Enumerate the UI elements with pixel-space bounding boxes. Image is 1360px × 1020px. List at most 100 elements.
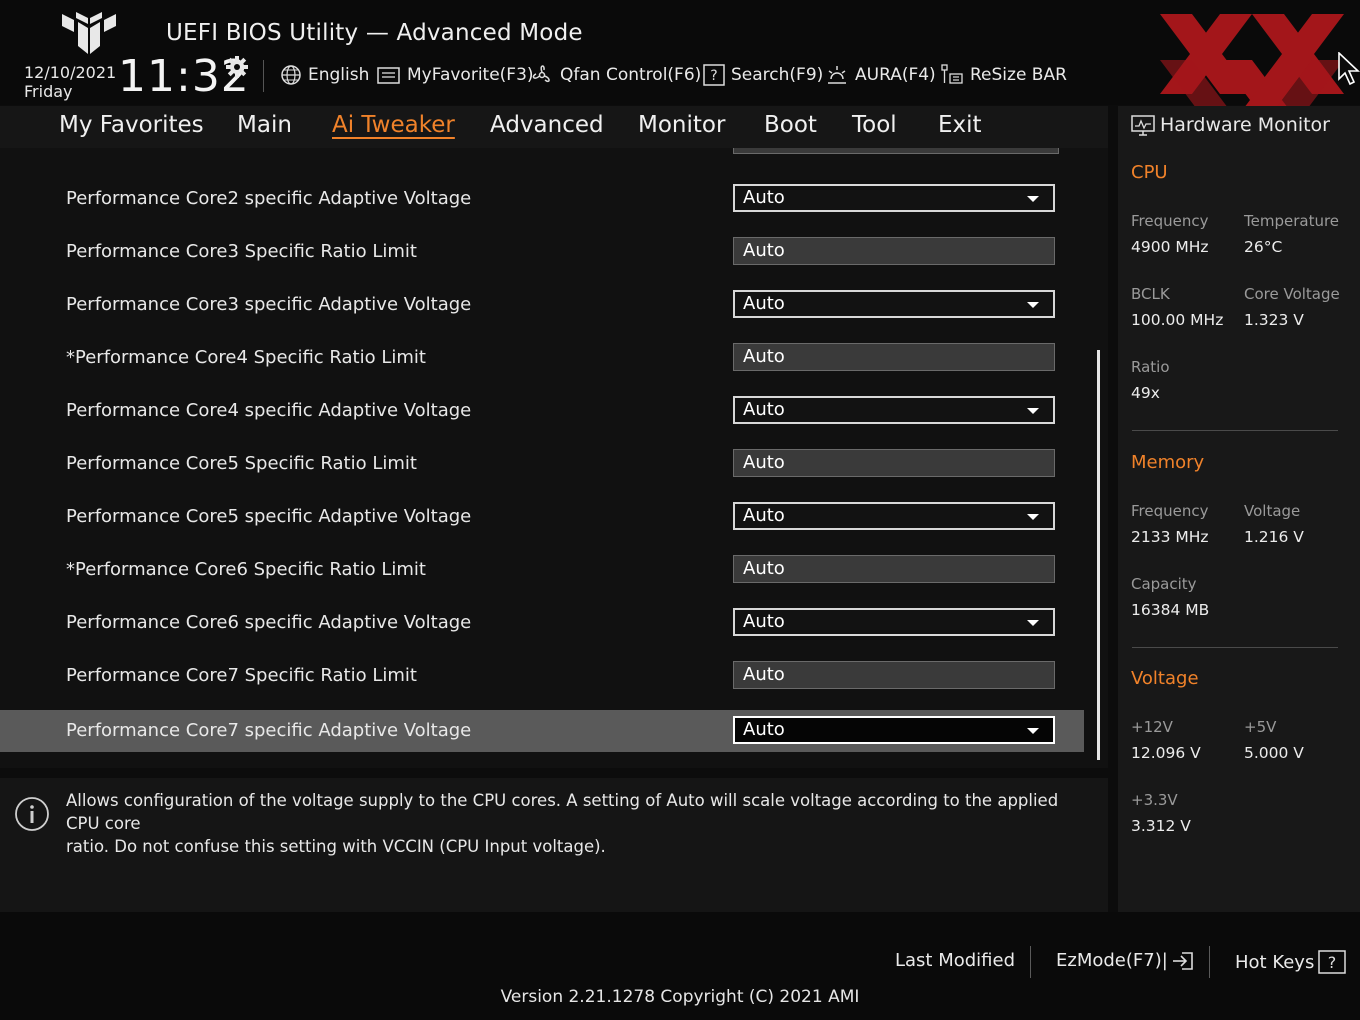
myfavorite-label: MyFavorite(F3) [407,65,534,85]
tab-my-favorites[interactable]: My Favorites [59,112,204,138]
capacity-label: Capacity [1131,575,1197,593]
setting-row-core6-ratio-limit[interactable]: *Performance Core6 Specific Ratio Limit … [0,549,1084,591]
search-help-icon: ? [703,64,725,86]
v5-value: 5.000 V [1244,744,1304,762]
core-voltage-label: Core Voltage [1244,285,1340,303]
tuf-logo-icon [62,12,116,54]
v12-value: 12.096 V [1131,744,1201,762]
resize-bar-button[interactable]: ReSize BAR [940,62,1067,88]
setting-dropdown[interactable]: Auto [733,184,1055,212]
tab-ai-tweaker[interactable]: Ai Tweaker [332,112,455,138]
tab-advanced[interactable]: Advanced [490,112,604,138]
bclk-value: 100.00 MHz [1131,311,1224,329]
cpu-temperature-value: 26°C [1244,238,1283,256]
search-button[interactable]: ? Search(F9) [703,62,823,88]
setting-text-field[interactable]: Auto [733,343,1055,371]
search-label: Search(F9) [731,65,824,85]
help-panel: Allows configuration of the voltage supp… [0,778,1108,912]
aura-icon [828,66,846,84]
setting-value: Auto [743,346,785,367]
caret-down-icon [1027,408,1039,414]
setting-label: Performance Core5 specific Adaptive Volt… [66,506,472,527]
last-modified-label: Last Modified [895,950,1016,971]
setting-label: Performance Core7 specific Adaptive Volt… [66,720,472,741]
setting-label: *Performance Core6 Specific Ratio Limit [66,559,426,580]
setting-label: Performance Core6 specific Adaptive Volt… [66,612,472,633]
qfan-control-button[interactable]: Qfan Control(F6) [530,62,701,88]
language-button[interactable]: English [280,62,369,88]
header-bar: UEFI BIOS Utility — Advanced Mode 12/10/… [0,0,1360,105]
setting-label: Performance Core5 Specific Ratio Limit [66,453,417,474]
setting-label: Performance Core3 specific Adaptive Volt… [66,294,472,315]
memory-voltage-value: 1.216 V [1244,528,1304,546]
qfan-label: Qfan Control(F6) [560,65,702,85]
bclk-label: BCLK [1131,285,1170,303]
tab-tool[interactable]: Tool [852,112,897,138]
caret-down-icon [1027,728,1039,734]
v33-value: 3.312 V [1131,817,1191,835]
svg-text:?: ? [710,68,717,84]
setting-row-core5-adaptive-voltage[interactable]: Performance Core5 specific Adaptive Volt… [0,496,1084,538]
favorite-icon [377,67,400,84]
footer-bar: Last Modified EzMode(F7)| Hot Keys ? Ver… [0,912,1360,1020]
memory-voltage-label: Voltage [1244,502,1301,520]
help-question-icon: ? [1318,950,1347,974]
cpu-frequency-value: 4900 MHz [1131,238,1209,256]
setting-dropdown[interactable]: Auto [733,502,1055,530]
hardware-monitor-title: Hardware Monitor [1160,114,1330,136]
setting-value: Auto [743,664,785,685]
setting-text-field[interactable]: Auto [733,661,1055,689]
setting-value: Auto [743,719,785,740]
tab-boot[interactable]: Boot [764,112,817,138]
globe-icon [281,65,301,85]
setting-row-core6-adaptive-voltage[interactable]: Performance Core6 specific Adaptive Volt… [0,602,1084,644]
setting-row-core3-adaptive-voltage[interactable]: Performance Core3 specific Adaptive Volt… [0,284,1084,326]
tab-main[interactable]: Main [237,112,292,138]
tab-monitor[interactable]: Monitor [638,112,725,138]
version-text: Version 2.21.1278 Copyright (C) 2021 AMI [500,987,860,1007]
cpu-heading: CPU [1131,162,1168,183]
setting-label: Performance Core7 Specific Ratio Limit [66,665,417,686]
setting-row-core5-ratio-limit[interactable]: Performance Core5 Specific Ratio Limit A… [0,443,1084,485]
setting-text-field[interactable]: Auto [733,555,1055,583]
setting-label: Performance Core4 specific Adaptive Volt… [66,400,472,421]
caret-down-icon [1027,620,1039,626]
caret-down-icon [1027,196,1039,202]
gear-icon[interactable] [225,55,249,79]
setting-row-core3-ratio-limit[interactable]: Performance Core3 Specific Ratio Limit A… [0,231,1084,273]
setting-label: Performance Core3 Specific Ratio Limit [66,241,417,262]
setting-text-field[interactable]: Auto [733,237,1055,265]
memory-frequency-value: 2133 MHz [1131,528,1209,546]
ezmode-label: EzMode(F7)| [1056,950,1168,971]
ezmode-button[interactable]: EzMode(F7)| [1056,950,1194,971]
tab-exit[interactable]: Exit [938,112,982,138]
footer-separator [1209,946,1210,978]
setting-row-core4-ratio-limit[interactable]: *Performance Core4 Specific Ratio Limit … [0,337,1084,379]
last-modified-button[interactable]: Last Modified [895,950,1015,971]
aura-button[interactable]: AURA(F4) [825,62,936,88]
core-voltage-value: 1.323 V [1244,311,1304,329]
exit-arrow-icon [1172,951,1193,970]
setting-dropdown[interactable]: Auto [733,396,1055,424]
setting-dropdown[interactable]: Auto [733,716,1055,744]
setting-value: Auto [743,452,785,473]
setting-row-core7-ratio-limit[interactable]: Performance Core7 Specific Ratio Limit A… [0,655,1084,697]
settings-scrollbar[interactable] [1097,350,1100,760]
setting-row-core4-adaptive-voltage[interactable]: Performance Core4 specific Adaptive Volt… [0,390,1084,432]
cpu-frequency-label: Frequency [1131,212,1209,230]
setting-row-core2-adaptive-voltage[interactable]: Performance Core2 specific Adaptive Volt… [0,178,1084,220]
myfavorite-button[interactable]: MyFavorite(F3) [377,62,534,88]
setting-text-field[interactable]: Auto [733,449,1055,477]
ratio-value: 49x [1131,384,1160,402]
setting-value: Auto [743,611,785,632]
fan-icon [532,65,550,83]
hw-divider [1132,647,1338,648]
hardware-monitor-panel: Hardware Monitor CPU Frequency Temperatu… [1118,106,1360,912]
memory-frequency-label: Frequency [1131,502,1209,520]
setting-value: Auto [743,399,785,420]
setting-row-core7-adaptive-voltage[interactable]: Performance Core7 specific Adaptive Volt… [0,710,1084,752]
setting-dropdown[interactable]: Auto [733,290,1055,318]
hot-keys-button[interactable]: Hot Keys ? [1235,950,1347,974]
setting-dropdown[interactable]: Auto [733,608,1055,636]
date-text: 12/10/2021 [24,63,117,82]
